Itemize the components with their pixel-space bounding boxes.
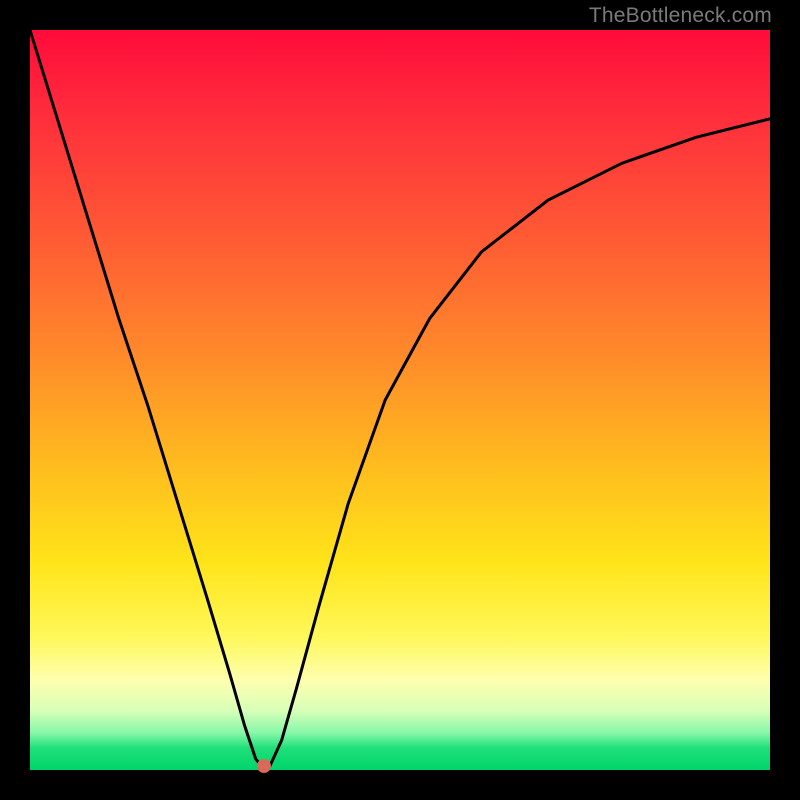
bottleneck-curve bbox=[30, 30, 770, 766]
minimum-marker-dot bbox=[257, 759, 271, 773]
plot-area bbox=[30, 30, 770, 770]
curve-svg bbox=[30, 30, 770, 770]
chart-frame: TheBottleneck.com bbox=[0, 0, 800, 800]
watermark-text: TheBottleneck.com bbox=[589, 4, 772, 28]
